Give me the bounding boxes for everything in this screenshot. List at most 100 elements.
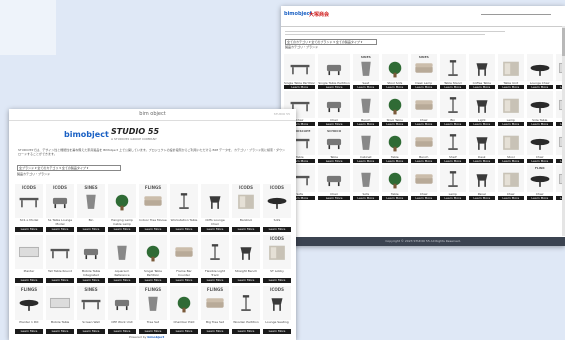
- front-product-card[interactable]: Flexible Light Track Learn More: [201, 235, 229, 283]
- back-product-card[interactable]: Chair Learn More: [497, 165, 524, 200]
- product-thumbnail[interactable]: [108, 184, 136, 218]
- product-thumbnail[interactable]: [318, 54, 350, 81]
- back-product-card[interactable]: Chair Learn More: [410, 165, 437, 200]
- product-thumbnail[interactable]: [108, 286, 136, 320]
- product-thumbnail[interactable]: [410, 165, 437, 192]
- back-product-card[interactable]: Single Table Partition Learn More: [284, 54, 316, 89]
- learn-more-button[interactable]: Learn More: [526, 85, 553, 89]
- learn-more-button[interactable]: Learn More: [46, 278, 74, 283]
- back-product-card[interactable]: Stool Learn More: [497, 128, 524, 163]
- learn-more-button[interactable]: Learn More: [77, 329, 105, 334]
- product-thumbnail[interactable]: [77, 235, 105, 269]
- learn-more-button[interactable]: Learn More: [318, 159, 350, 163]
- front-logo[interactable]: bimobject: [64, 130, 109, 139]
- product-thumbnail[interactable]: [318, 165, 350, 192]
- learn-more-button[interactable]: Learn More: [318, 122, 350, 126]
- product-thumbnail[interactable]: [410, 128, 437, 155]
- product-thumbnail[interactable]: [232, 286, 260, 320]
- back-product-card[interactable]: Lamp Learn More: [497, 91, 524, 126]
- product-thumbnail[interactable]: [468, 128, 495, 155]
- back-product-card[interactable]: SCHOCO Table Learn More: [318, 128, 350, 163]
- product-thumbnail[interactable]: SINES: [410, 54, 437, 81]
- front-product-card[interactable]: Frame Bar Counter Learn More: [170, 235, 198, 283]
- product-thumbnail[interactable]: [352, 165, 379, 192]
- front-filter-select[interactable]: 全ブランド ▾ 全てのカテゴリ ▾ 全ての製品タイプ ▾: [17, 165, 121, 171]
- learn-more-button[interactable]: Learn More: [108, 329, 136, 334]
- product-thumbnail[interactable]: [108, 235, 136, 269]
- front-product-card[interactable]: Hanging Lamp Cable Lamp Learn More: [108, 184, 136, 232]
- front-product-card[interactable]: FLINGS Planter 1 Pot Learn More: [15, 286, 43, 334]
- learn-more-button[interactable]: Learn More: [108, 278, 136, 283]
- front-product-card[interactable]: Chamber Pilot Learn More: [170, 286, 198, 334]
- product-thumbnail[interactable]: [468, 91, 495, 118]
- front-product-card[interactable]: FLINGS Big Tree Set Learn More: [201, 286, 229, 334]
- back-product-card[interactable]: TableLearn More: [381, 128, 408, 163]
- back-product-card[interactable]: SofaLearn More: [352, 165, 379, 200]
- product-thumbnail[interactable]: [381, 91, 408, 118]
- front-product-card[interactable]: Mobile Table Learn More: [46, 286, 74, 334]
- back-product-card[interactable]: Chair Learn More: [526, 128, 553, 163]
- front-product-card[interactable]: ICODS Barstool Learn More: [232, 184, 260, 232]
- back-product-card[interactable]: SINES Seat Learn More: [352, 54, 379, 89]
- product-thumbnail[interactable]: [201, 184, 229, 218]
- learn-more-button[interactable]: Learn More: [232, 227, 260, 232]
- front-product-card[interactable]: Straight Bench Learn More: [232, 235, 260, 283]
- learn-more-button[interactable]: Learn More: [263, 227, 291, 232]
- product-thumbnail[interactable]: [526, 91, 553, 118]
- product-thumbnail[interactable]: [381, 165, 408, 192]
- back-product-card[interactable]: Bench Learn More: [410, 128, 437, 163]
- product-thumbnail[interactable]: [232, 235, 260, 269]
- product-thumbnail[interactable]: [284, 54, 316, 81]
- product-thumbnail[interactable]: [46, 235, 74, 269]
- product-thumbnail[interactable]: ICODS: [263, 286, 291, 320]
- back-product-card[interactable]: Desk Learn More: [468, 128, 495, 163]
- learn-more-button[interactable]: Learn More: [526, 122, 553, 126]
- learn-more-button[interactable]: Learn More: [352, 159, 379, 163]
- front-product-card[interactable]: ICODS SL Table Lounge Model Learn More: [46, 184, 74, 232]
- product-thumbnail[interactable]: ICODS: [46, 184, 74, 218]
- learn-more-button[interactable]: Learn More: [170, 329, 198, 334]
- learn-more-button[interactable]: Learn More: [381, 159, 408, 163]
- front-product-card[interactable]: FLINGS Indoor Tree Moose Learn More: [139, 184, 167, 232]
- learn-more-button[interactable]: Learn More: [15, 329, 43, 334]
- front-product-card[interactable]: ICODS ST Lobby Learn More: [263, 235, 291, 283]
- product-thumbnail[interactable]: [170, 235, 198, 269]
- product-thumbnail[interactable]: [15, 235, 43, 269]
- back-product-card[interactable]: Table Unit Learn More: [497, 54, 524, 89]
- product-thumbnail[interactable]: SCHOCO: [318, 128, 350, 155]
- front-product-card[interactable]: Cliffs Lounge Chair Learn More: [201, 184, 229, 232]
- product-thumbnail[interactable]: [468, 165, 495, 192]
- back-product-card[interactable]: Side Table Learn More: [526, 91, 553, 126]
- back-partner-brand[interactable]: 大塚商会: [309, 11, 329, 18]
- back-header-nav[interactable]: [481, 14, 551, 15]
- learn-more-button[interactable]: Learn More: [468, 159, 495, 163]
- front-product-card[interactable]: Wooden Partition Learn More: [232, 286, 260, 334]
- learn-more-button[interactable]: Learn More: [108, 227, 136, 232]
- product-thumbnail[interactable]: [439, 91, 466, 118]
- product-thumbnail[interactable]: [497, 128, 524, 155]
- powered-by-brand[interactable]: bimobject: [147, 335, 164, 339]
- product-thumbnail[interactable]: [381, 54, 408, 81]
- product-thumbnail[interactable]: [439, 128, 466, 155]
- product-thumbnail[interactable]: SINES: [352, 54, 379, 81]
- product-thumbnail[interactable]: [46, 286, 74, 320]
- front-product-card[interactable]: CEP Work Unit Learn More: [108, 286, 136, 334]
- front-product-card[interactable]: ICODS Sofa Learn More: [263, 184, 291, 232]
- product-thumbnail[interactable]: [352, 128, 379, 155]
- product-thumbnail[interactable]: [381, 128, 408, 155]
- learn-more-button[interactable]: Learn More: [232, 329, 260, 334]
- product-thumbnail[interactable]: [139, 235, 167, 269]
- back-product-card[interactable]: Chair Learn More: [318, 165, 350, 200]
- learn-more-button[interactable]: Learn More: [170, 227, 198, 232]
- front-header-nav[interactable]: STUDIO 55: [274, 112, 290, 116]
- learn-more-button[interactable]: Learn More: [139, 278, 167, 283]
- learn-more-button[interactable]: Learn More: [468, 85, 495, 89]
- product-thumbnail[interactable]: FLINK: [526, 165, 553, 192]
- back-product-card[interactable]: Stool Table Learn More: [381, 91, 408, 126]
- learn-more-button[interactable]: Learn More: [526, 159, 553, 163]
- back-product-card[interactable]: Single Table Partition Learn More: [318, 54, 350, 89]
- product-thumbnail[interactable]: [526, 128, 553, 155]
- product-thumbnail[interactable]: [170, 286, 198, 320]
- product-thumbnail[interactable]: ICODS: [232, 184, 260, 218]
- learn-more-button[interactable]: Learn More: [468, 196, 495, 200]
